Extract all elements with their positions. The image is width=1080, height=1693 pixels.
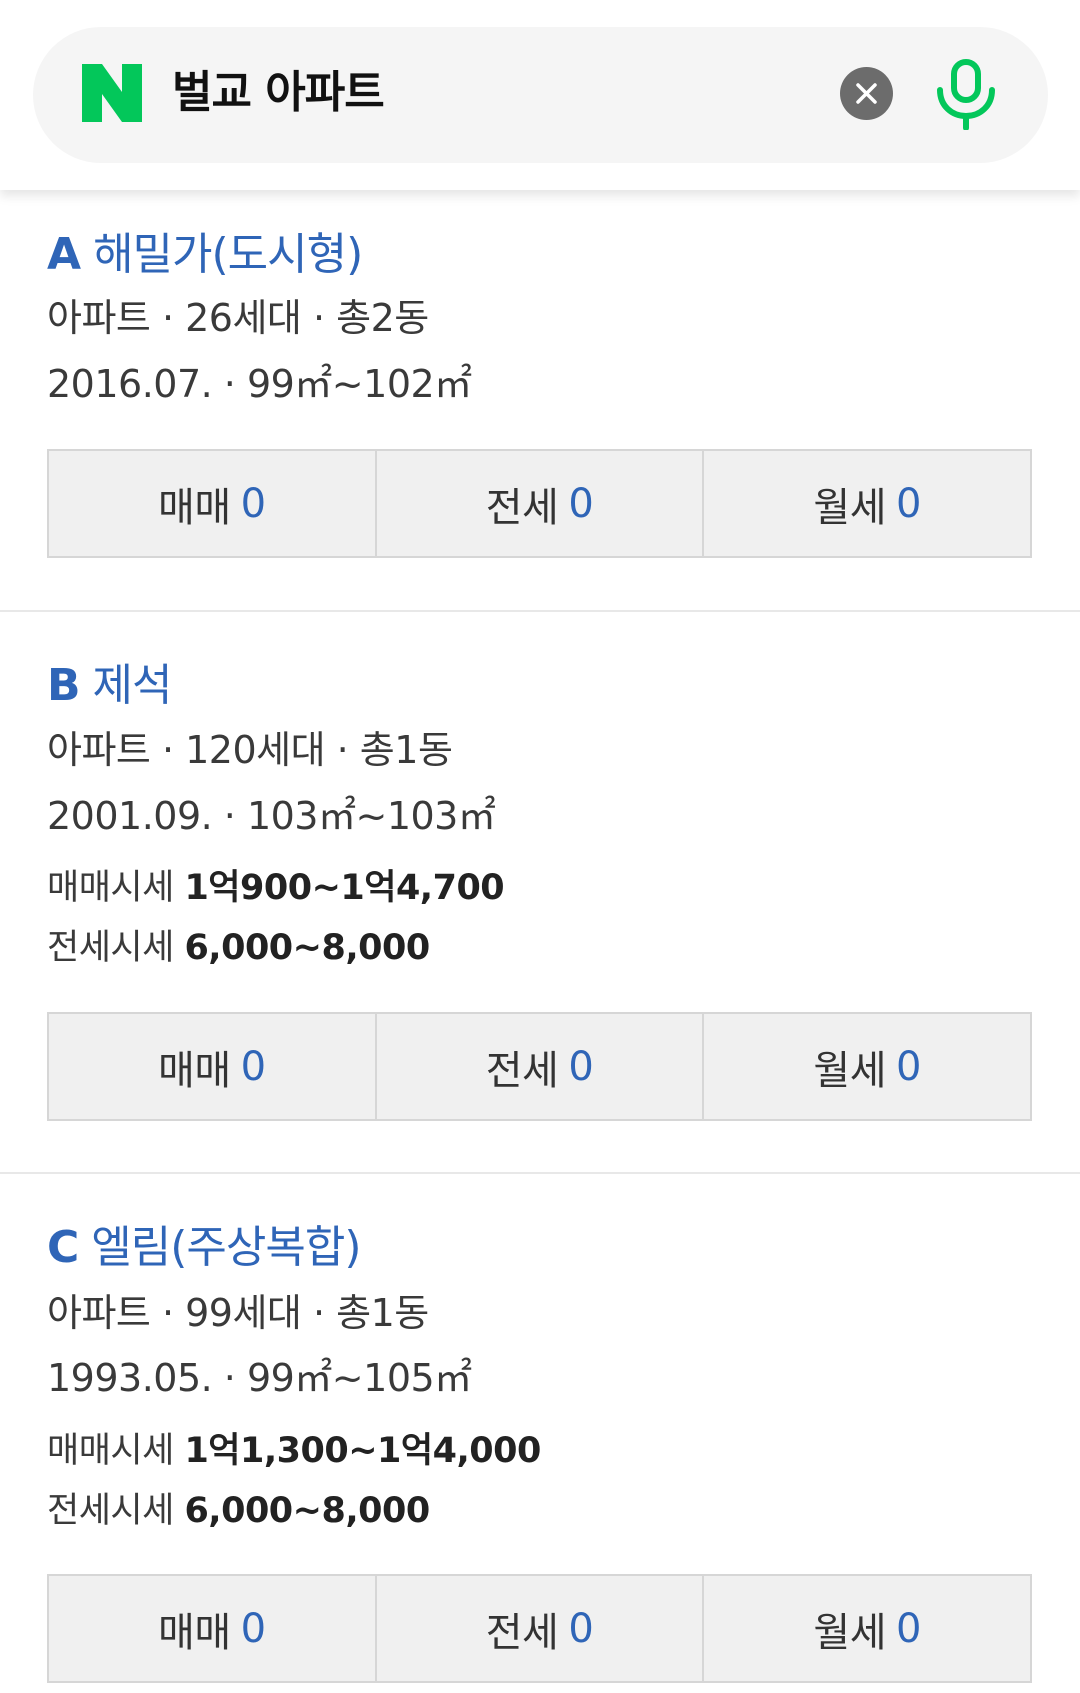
close-icon	[856, 83, 877, 104]
result-title-link[interactable]: B 제석	[47, 656, 173, 716]
jeonse-listings-button[interactable]: 전세 0	[377, 1576, 705, 1681]
deal-count: 0	[896, 480, 921, 527]
result-detail: 2001.09. · 103㎡~103㎡	[47, 794, 496, 838]
deal-count: 0	[240, 1605, 266, 1652]
sale-price-value: 1억900~1억4,700	[184, 868, 505, 908]
jeonse-price-label: 전세시세	[47, 928, 174, 968]
sale-listings-button[interactable]: 매매 0	[49, 451, 377, 556]
sale-listings-button[interactable]: 매매 0	[49, 1576, 377, 1681]
jeonse-price-range: 전세시세 6,000~8,000	[47, 924, 430, 972]
monthly-rent-listings-button[interactable]: 월세 0	[704, 1576, 1030, 1681]
search-query[interactable]: 벌교 아파트	[172, 58, 385, 128]
deal-label: 전세	[485, 484, 559, 531]
sale-price-range: 매매시세 1억1,300~1억4,000	[47, 1427, 541, 1475]
jeonse-listings-button[interactable]: 전세 0	[377, 451, 705, 556]
sale-price-label: 매매시세	[47, 1431, 174, 1471]
result-marker-letter: C	[47, 1222, 80, 1273]
jeonse-price-value: 6,000~8,000	[184, 1491, 430, 1531]
sale-listings-button[interactable]: 매매 0	[49, 1014, 377, 1119]
clear-search-button[interactable]	[840, 67, 893, 120]
deal-label: 월세	[813, 1047, 886, 1094]
jeonse-price-value: 6,000~8,000	[184, 928, 430, 968]
search-header: 벌교 아파트	[0, 0, 1080, 190]
deal-buttons: 매매 0 전세 0 월세 0	[47, 1012, 1032, 1121]
naver-logo-icon[interactable]	[82, 64, 142, 122]
deal-count: 0	[240, 1043, 266, 1090]
microphone-icon	[937, 59, 995, 131]
result-marker-letter: A	[47, 229, 82, 280]
deal-label: 전세	[485, 1047, 559, 1094]
deal-label: 전세	[485, 1609, 559, 1656]
monthly-rent-listings-button[interactable]: 월세 0	[704, 1014, 1030, 1119]
result-summary: 아파트 · 99세대 · 총1동	[47, 1291, 429, 1335]
deal-label: 매매	[158, 484, 231, 531]
divider	[0, 610, 1080, 612]
sale-price-label: 매매시세	[47, 868, 174, 908]
deal-buttons: 매매 0 전세 0 월세 0	[47, 449, 1032, 558]
deal-label: 월세	[813, 1609, 886, 1656]
deal-count: 0	[568, 480, 594, 527]
result-summary: 아파트 · 26세대 · 총2동	[47, 296, 429, 340]
deal-count: 0	[896, 1043, 921, 1090]
divider	[0, 1172, 1080, 1174]
voice-search-button[interactable]	[932, 58, 1000, 131]
sale-price-value: 1억1,300~1억4,000	[184, 1431, 541, 1471]
result-title-link[interactable]: C 엘림(주상복합)	[47, 1218, 362, 1278]
monthly-rent-listings-button[interactable]: 월세 0	[704, 451, 1030, 556]
jeonse-listings-button[interactable]: 전세 0	[377, 1014, 705, 1119]
result-marker-letter: B	[47, 660, 81, 711]
jeonse-price-label: 전세시세	[47, 1491, 174, 1531]
result-name: 엘림(주상복합)	[91, 1222, 361, 1273]
deal-count: 0	[240, 480, 266, 527]
deal-count: 0	[568, 1043, 594, 1090]
result-name: 해밀가(도시형)	[93, 229, 363, 280]
deal-count: 0	[896, 1605, 921, 1652]
result-summary: 아파트 · 120세대 · 총1동	[47, 728, 453, 772]
deal-label: 매매	[158, 1047, 231, 1094]
deal-buttons: 매매 0 전세 0 월세 0	[47, 1574, 1032, 1683]
deal-count: 0	[568, 1605, 594, 1652]
result-detail: 1993.05. · 99㎡~105㎡	[47, 1356, 472, 1400]
sale-price-range: 매매시세 1억900~1억4,700	[47, 864, 505, 912]
deal-label: 매매	[158, 1609, 231, 1656]
jeonse-price-range: 전세시세 6,000~8,000	[47, 1487, 430, 1535]
deal-label: 월세	[813, 484, 886, 531]
result-title-link[interactable]: A 해밀가(도시형)	[47, 225, 363, 285]
result-name: 제석	[92, 660, 173, 711]
result-detail: 2016.07. · 99㎡~102㎡	[47, 362, 472, 406]
